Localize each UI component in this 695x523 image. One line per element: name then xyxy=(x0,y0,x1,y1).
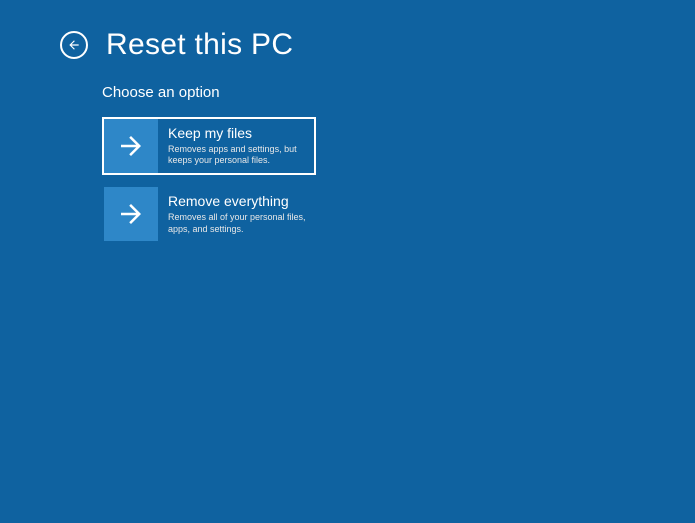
option-text: Keep my files Removes apps and settings,… xyxy=(158,119,314,173)
arrow-right-icon xyxy=(116,131,146,161)
option-keep-my-files[interactable]: Keep my files Removes apps and settings,… xyxy=(102,117,316,175)
option-remove-everything[interactable]: Remove everything Removes all of your pe… xyxy=(102,185,316,243)
option-icon-tile xyxy=(104,119,158,173)
subtitle: Choose an option xyxy=(102,84,695,101)
option-icon-tile xyxy=(104,187,158,241)
option-text: Remove everything Removes all of your pe… xyxy=(158,187,314,241)
option-desc: Removes all of your personal files, apps… xyxy=(168,212,306,235)
content-area: Choose an option Keep my files Removes a… xyxy=(0,62,695,243)
page-title: Reset this PC xyxy=(106,28,293,62)
option-desc: Removes apps and settings, but keeps you… xyxy=(168,144,306,167)
header: Reset this PC xyxy=(0,0,695,62)
back-button[interactable] xyxy=(60,31,88,59)
arrow-right-icon xyxy=(116,199,146,229)
arrow-left-icon xyxy=(67,38,81,52)
option-title: Remove everything xyxy=(168,193,306,210)
option-title: Keep my files xyxy=(168,125,306,142)
options-list: Keep my files Removes apps and settings,… xyxy=(102,117,695,243)
